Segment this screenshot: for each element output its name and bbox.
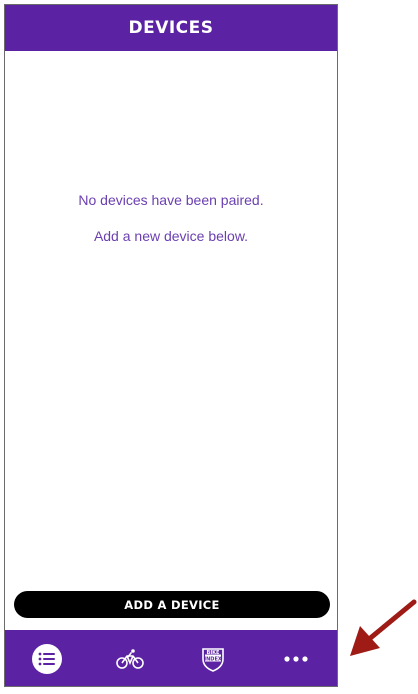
page-title: DEVICES <box>128 18 214 38</box>
tab-more[interactable] <box>266 639 326 679</box>
phone-screen: DEVICES No devices have been paired. Add… <box>4 4 338 687</box>
canvas: DEVICES No devices have been paired. Add… <box>0 0 418 694</box>
svg-text:BIKE: BIKE <box>206 650 220 656</box>
bottom-tab-bar: BIKE INDEX <box>5 630 337 686</box>
header-bar: DEVICES <box>5 5 337 51</box>
add-device-button[interactable]: ADD A DEVICE <box>14 591 330 618</box>
bike-index-shield-icon: BIKE INDEX <box>200 646 226 672</box>
annotation-arrow-icon <box>350 599 417 656</box>
tab-ride[interactable] <box>100 639 160 679</box>
empty-state-message: No devices have been paired. <box>78 192 264 208</box>
empty-state: No devices have been paired. Add a new d… <box>5 191 337 245</box>
bike-icon <box>115 648 144 670</box>
tab-bike-index[interactable]: BIKE INDEX <box>183 639 243 679</box>
svg-text:INDEX: INDEX <box>204 656 222 662</box>
list-icon <box>31 644 62 674</box>
tab-devices[interactable] <box>17 639 77 679</box>
empty-state-hint: Add a new device below. <box>93 228 249 244</box>
more-icon <box>283 656 308 662</box>
